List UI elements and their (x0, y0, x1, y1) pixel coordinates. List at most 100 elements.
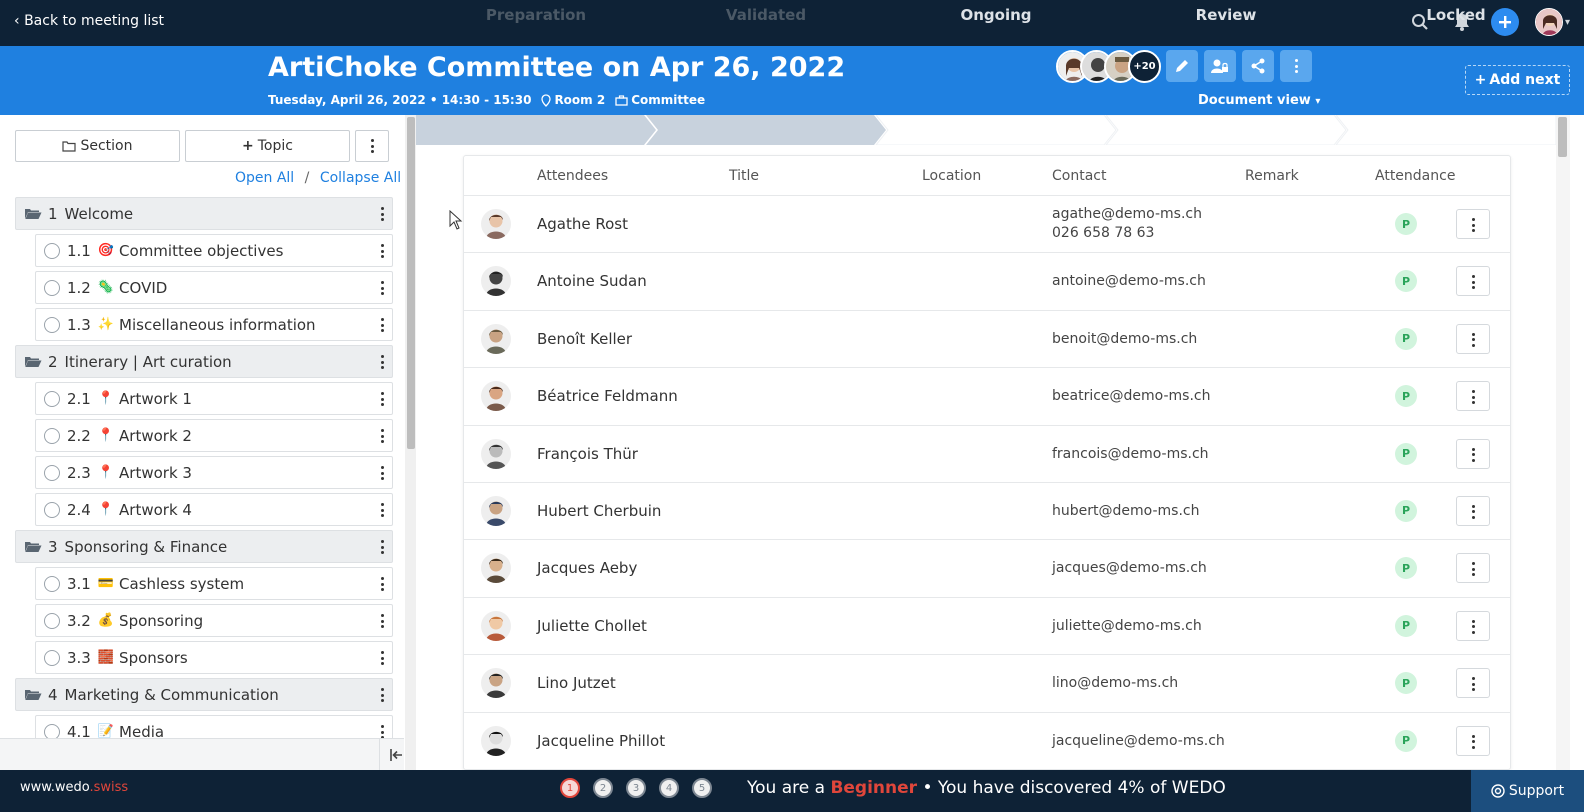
step-ongoing[interactable]: Ongoing (876, 0, 1116, 30)
agenda-topic[interactable]: 3.3 🧱 Sponsors (35, 641, 393, 674)
column-attendees[interactable]: Attendees (537, 168, 608, 184)
sidebar-scrollbar-thumb[interactable] (407, 117, 415, 449)
row-menu-button[interactable] (1456, 209, 1490, 239)
kebab-icon[interactable] (380, 355, 384, 369)
attendee-name[interactable]: Béatrice Feldmann (537, 387, 678, 405)
table-row[interactable]: François Thür francois@demo-ms.ch P (464, 426, 1510, 483)
attendance-badge[interactable]: P (1395, 327, 1417, 350)
share-button[interactable] (1242, 50, 1274, 82)
row-menu-button[interactable] (1456, 438, 1490, 469)
agenda-section[interactable]: 2 Itinerary | Art curation (15, 345, 393, 378)
attendee-name[interactable]: Agathe Rost (537, 215, 628, 233)
topic-status-radio[interactable] (44, 316, 60, 333)
topic-status-radio[interactable] (44, 575, 60, 592)
progress-dot[interactable]: 5 (692, 778, 712, 798)
contact-email[interactable]: jacques@demo-ms.ch (1052, 559, 1207, 578)
add-next-button[interactable]: + Add next (1465, 65, 1570, 95)
attendance-badge[interactable]: P (1395, 442, 1417, 465)
attendance-badge[interactable]: P (1395, 499, 1417, 522)
topic-status-radio[interactable] (44, 427, 60, 444)
agenda-section[interactable]: 3 Sponsoring & Finance (15, 530, 393, 563)
attendee-name[interactable]: Juliette Chollet (537, 617, 647, 635)
progress-dot[interactable]: 4 (659, 778, 679, 798)
topic-status-radio[interactable] (44, 649, 60, 666)
kebab-icon[interactable] (380, 318, 384, 332)
table-row[interactable]: Benoît Keller benoit@demo-ms.ch P (464, 311, 1510, 369)
open-all-link[interactable]: Open All (235, 170, 294, 186)
attendee-name[interactable]: Antoine Sudan (537, 272, 647, 290)
sidebar-scrollbar[interactable] (405, 115, 416, 770)
sidebar-more-button[interactable] (355, 130, 389, 162)
topic-status-radio[interactable] (44, 242, 60, 259)
attendance-badge[interactable]: P (1395, 614, 1417, 637)
row-menu-button[interactable] (1456, 495, 1490, 526)
support-button[interactable]: Support (1471, 770, 1584, 812)
table-row[interactable]: Lino Jutzet lino@demo-ms.ch P (464, 655, 1510, 713)
row-menu-button[interactable] (1456, 610, 1490, 641)
row-menu-button[interactable] (1456, 381, 1490, 412)
attendee-name[interactable]: François Thür (537, 445, 638, 463)
row-menu-button[interactable] (1456, 266, 1490, 297)
contact-email[interactable]: juliette@demo-ms.ch (1052, 617, 1202, 636)
attendance-badge[interactable]: P (1395, 213, 1417, 235)
row-menu-button[interactable] (1456, 725, 1490, 756)
contact-email[interactable]: hubert@demo-ms.ch (1052, 502, 1199, 521)
agenda-section[interactable]: 1 Welcome (15, 197, 393, 230)
row-menu-button[interactable] (1456, 323, 1490, 354)
kebab-icon[interactable] (380, 281, 384, 295)
collapse-all-link[interactable]: Collapse All (320, 170, 401, 186)
topic-status-radio[interactable] (44, 279, 60, 296)
brand-logo[interactable]: www.wedo.swiss (20, 780, 128, 795)
table-row[interactable]: Agathe Rost agathe@demo-ms.ch 026 658 78 6… (464, 196, 1510, 254)
kebab-icon[interactable] (380, 725, 384, 739)
agenda-topic[interactable]: 3.2 💰 Sponsoring (35, 604, 393, 637)
table-row[interactable]: Béatrice Feldmann beatrice@demo-ms.ch P (464, 368, 1510, 426)
contact-email[interactable]: francois@demo-ms.ch (1052, 445, 1209, 464)
document-view-dropdown[interactable]: Document view ▾ (1198, 93, 1320, 108)
back-to-meeting-list-link[interactable]: ‹ Back to meeting list (14, 13, 164, 29)
contact-email[interactable]: antoine@demo-ms.ch (1052, 272, 1206, 291)
kebab-icon[interactable] (380, 429, 384, 443)
kebab-icon[interactable] (380, 651, 384, 665)
table-row[interactable]: Hubert Cherbuin hubert@demo-ms.ch P (464, 483, 1510, 541)
column-contact[interactable]: Contact (1052, 168, 1106, 184)
step-locked[interactable]: Locked (1336, 0, 1576, 30)
attendance-badge[interactable]: P (1395, 557, 1417, 580)
column-attendance[interactable]: Attendance (1375, 168, 1455, 184)
attendee-name[interactable]: Jacques Aeby (537, 559, 637, 577)
contact-email[interactable]: lino@demo-ms.ch (1052, 674, 1178, 693)
attendance-badge[interactable]: P (1395, 672, 1417, 695)
agenda-topic[interactable]: 2.1 📍 Artwork 1 (35, 382, 393, 415)
agenda-topic[interactable]: 2.2 📍 Artwork 2 (35, 419, 393, 452)
add-topic-button[interactable]: + Topic (185, 130, 350, 162)
attendance-badge[interactable]: P (1395, 385, 1417, 408)
attendees-button[interactable] (1204, 50, 1236, 82)
contact-email[interactable]: benoit@demo-ms.ch (1052, 330, 1197, 349)
edit-button[interactable] (1166, 50, 1198, 82)
table-row[interactable]: Jacqueline Phillot jacqueline@demo-ms.ch P (464, 713, 1510, 769)
agenda-topic[interactable]: 2.4 📍 Artwork 4 (35, 493, 393, 526)
topic-status-radio[interactable] (44, 612, 60, 629)
row-menu-button[interactable] (1456, 553, 1490, 584)
more-options-button[interactable] (1280, 50, 1312, 82)
attendee-name[interactable]: Jacqueline Phillot (537, 732, 665, 750)
attendee-name[interactable]: Benoît Keller (537, 330, 632, 348)
contact-email[interactable]: agathe@demo-ms.ch (1052, 205, 1202, 224)
attendance-badge[interactable]: P (1395, 729, 1417, 752)
agenda-topic[interactable]: 1.2 🦠 COVID (35, 271, 393, 304)
main-scrollbar-thumb[interactable] (1558, 117, 1567, 157)
attendee-name[interactable]: Lino Jutzet (537, 674, 616, 692)
column-title[interactable]: Title (729, 168, 759, 184)
agenda-topic[interactable]: 1.1 🎯 Committee objectives (35, 234, 393, 267)
kebab-icon[interactable] (380, 503, 384, 517)
contact-email[interactable]: beatrice@demo-ms.ch (1052, 387, 1211, 406)
row-menu-button[interactable] (1456, 668, 1490, 699)
kebab-icon[interactable] (380, 577, 384, 591)
attendance-badge[interactable]: P (1395, 270, 1417, 293)
agenda-section[interactable]: 4 Marketing & Communication (15, 678, 393, 711)
topic-status-radio[interactable] (44, 501, 60, 518)
step-preparation[interactable]: Preparation (416, 0, 656, 30)
kebab-icon[interactable] (380, 207, 384, 221)
add-section-button[interactable]: Section (15, 130, 180, 162)
agenda-topic[interactable]: 2.3 📍 Artwork 3 (35, 456, 393, 489)
